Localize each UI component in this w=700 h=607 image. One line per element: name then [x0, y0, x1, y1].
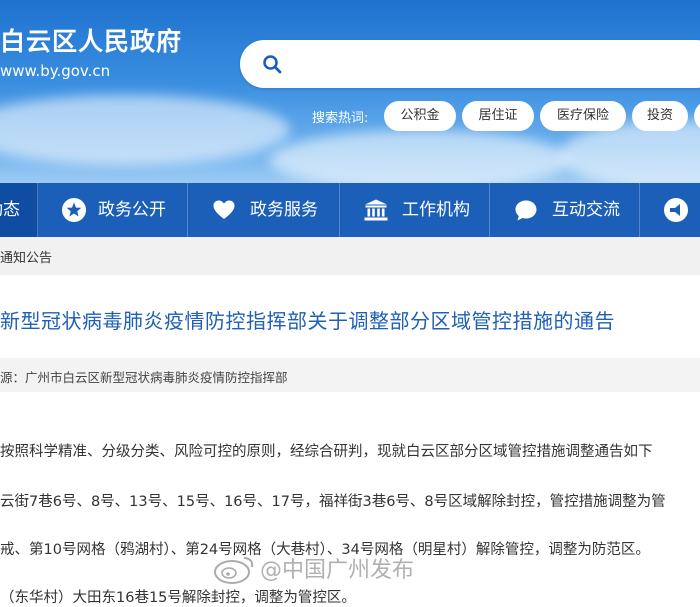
breadcrumb: 通知公告 — [0, 237, 700, 275]
heart-icon — [213, 200, 235, 219]
cloud-decoration — [0, 95, 290, 165]
cloud-decoration — [270, 130, 570, 183]
hot-tag-medical-insurance[interactable]: 医疗保险 — [540, 101, 626, 131]
nav-item-label: 政务服务 — [250, 200, 318, 220]
source-bar: 源：广州市白云区新型冠状病毒肺炎疫情防控指挥部 — [0, 358, 700, 392]
article-paragraph: 按照科学精准、分级分类、风险可控的原则，经综合研判，现就白云区部分区域管控措施调… — [0, 444, 653, 460]
weibo-logo-icon — [214, 557, 254, 584]
hot-tag-investment[interactable]: 投资 — [632, 101, 688, 131]
nav-item-news[interactable]: 动态 — [0, 183, 38, 237]
megaphone-icon — [664, 198, 688, 222]
site-header: 白云区人民政府 www.by.gov.cn 搜索热词: 公积金 居住证 医疗保险… — [0, 0, 700, 183]
watermark-text: @中国广州发布 — [260, 558, 415, 583]
hot-search-label: 搜索热词: — [312, 111, 369, 126]
site-url: www.by.gov.cn — [0, 62, 111, 80]
site-title[interactable]: 白云区人民政府 — [0, 22, 182, 58]
breadcrumb-item[interactable]: 通知公告 — [0, 247, 52, 266]
chat-bubble-icon — [515, 200, 537, 221]
article-source: 源：广州市白云区新型冠状病毒肺炎疫情防控指挥部 — [0, 370, 288, 385]
main-nav: 动态 政务公开 政务服务 工作机构 互动交流 — [0, 183, 700, 237]
nav-item-government-affairs[interactable]: 政务公开 — [38, 183, 188, 237]
search-input[interactable] — [296, 52, 680, 78]
nav-item-more[interactable] — [640, 183, 700, 237]
nav-item-label: 互动交流 — [552, 200, 620, 220]
article-paragraph: 云街7巷6号、8号、13号、15号、16号、17号，福祥街3巷6号、8号区域解除… — [0, 494, 666, 510]
nav-item-label: 动态 — [0, 200, 20, 220]
hot-tag-residence-permit[interactable]: 居住证 — [462, 101, 534, 131]
hot-tag-housing-fund[interactable]: 公积金 — [384, 101, 456, 131]
star-icon — [62, 198, 86, 222]
nav-item-institutions[interactable]: 工作机构 — [340, 183, 490, 237]
article-paragraph: （东华村）大田东16巷15号解除封控，调整为管控区。 — [0, 590, 356, 606]
article-title: 新型冠状病毒肺炎疫情防控指挥部关于调整部分区域管控措施的通告 — [0, 309, 615, 333]
nav-item-label: 政务公开 — [98, 200, 166, 220]
search-box[interactable] — [240, 40, 700, 88]
nav-item-label: 工作机构 — [402, 200, 470, 220]
building-icon — [364, 199, 388, 221]
nav-item-government-services[interactable]: 政务服务 — [188, 183, 340, 237]
search-icon[interactable] — [262, 54, 282, 74]
nav-item-interaction[interactable]: 互动交流 — [490, 183, 640, 237]
